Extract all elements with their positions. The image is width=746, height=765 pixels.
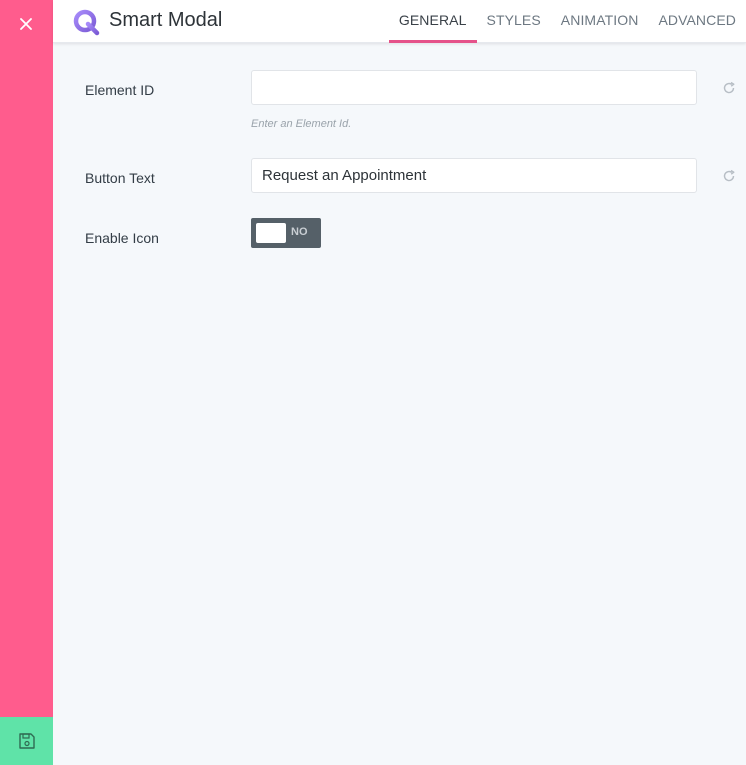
toggle-state-label: NO bbox=[291, 226, 308, 238]
save-button[interactable] bbox=[0, 717, 53, 765]
close-icon bbox=[20, 18, 32, 30]
element-id-label: Element ID bbox=[85, 82, 155, 98]
button-text-label: Button Text bbox=[85, 170, 155, 186]
close-button[interactable] bbox=[13, 11, 39, 37]
settings-panel: Element ID Enter an Element Id. Button T… bbox=[53, 44, 746, 765]
tab-advanced[interactable]: ADVANCED bbox=[648, 0, 746, 43]
reset-button-text-icon[interactable] bbox=[722, 169, 736, 183]
reset-element-id-icon[interactable] bbox=[722, 81, 736, 95]
logo-icon bbox=[73, 9, 100, 36]
element-id-field[interactable] bbox=[251, 70, 697, 105]
tab-styles[interactable]: STYLES bbox=[477, 0, 551, 43]
tab-bar: GENERAL STYLES ANIMATION ADVANCED bbox=[388, 0, 746, 43]
tab-animation[interactable]: ANIMATION bbox=[551, 0, 649, 43]
enable-icon-toggle[interactable]: NO bbox=[251, 218, 321, 248]
sidebar bbox=[0, 0, 53, 765]
save-icon bbox=[18, 733, 35, 749]
top-header: Smart Modal GENERAL STYLES ANIMATION ADV… bbox=[53, 0, 746, 43]
enable-icon-label: Enable Icon bbox=[85, 230, 159, 246]
button-text-field[interactable] bbox=[251, 158, 697, 193]
page-title: Smart Modal bbox=[109, 9, 223, 31]
tab-general[interactable]: GENERAL bbox=[388, 0, 477, 43]
element-id-hint: Enter an Element Id. bbox=[251, 118, 352, 130]
toggle-knob bbox=[256, 223, 286, 243]
